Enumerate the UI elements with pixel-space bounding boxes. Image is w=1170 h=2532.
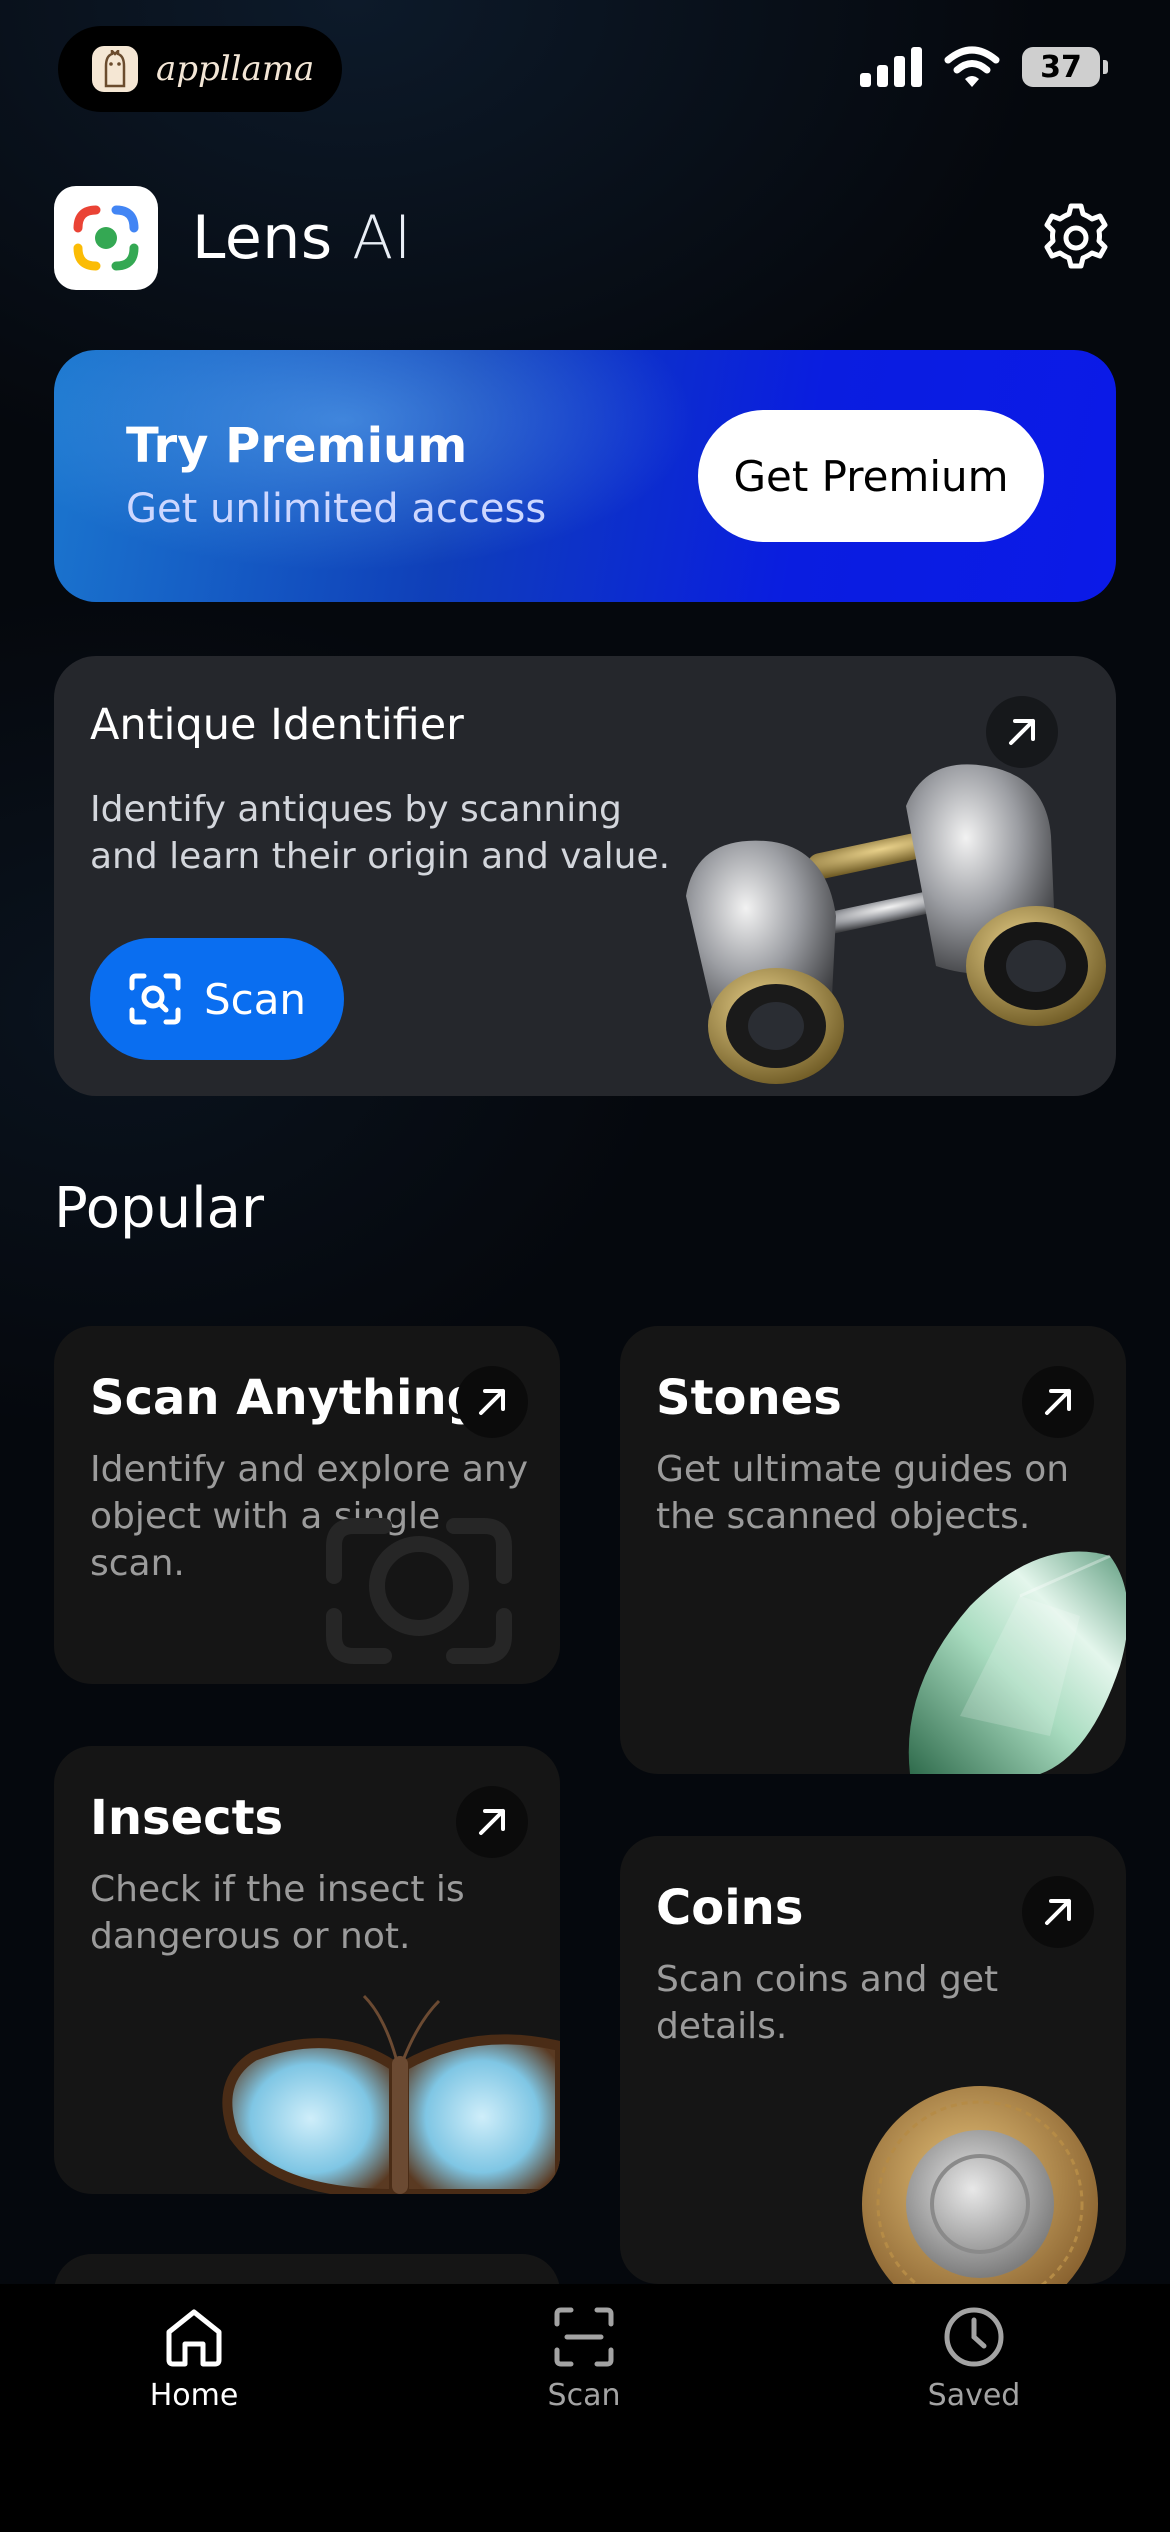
arrow-up-right-icon bbox=[1009, 719, 1035, 745]
scan-icon bbox=[554, 2307, 614, 2367]
arrow-up-right-icon bbox=[1045, 1899, 1071, 1925]
card-title: Insects bbox=[90, 1790, 284, 1846]
antique-binoculars-image bbox=[686, 764, 1106, 1084]
tab-home[interactable]: Home bbox=[74, 2304, 314, 2413]
app-header: Lens AI bbox=[54, 186, 1114, 290]
lens-logo-icon bbox=[54, 186, 158, 290]
insects-card[interactable]: Insects Check if the insect is dangerous… bbox=[54, 1746, 560, 2194]
card-arrow-button[interactable] bbox=[1022, 1876, 1094, 1948]
stones-card[interactable]: Stones Get ultimate guides on the scanne… bbox=[620, 1326, 1126, 1774]
app-title-main: Lens bbox=[192, 203, 333, 273]
card-description: Scan coins and get details. bbox=[656, 1959, 999, 2047]
card-arrow-button[interactable] bbox=[456, 1786, 528, 1858]
gear-icon[interactable] bbox=[1038, 200, 1114, 276]
card-description: Get ultimate guides on the scanned objec… bbox=[656, 1449, 1070, 1537]
arrow-up-right-icon bbox=[479, 1809, 505, 1835]
wifi-icon bbox=[944, 46, 1000, 87]
featured-title: Antique Identifier bbox=[90, 700, 464, 750]
antique-identifier-card[interactable]: Antique Identifier Identify antiques by … bbox=[54, 656, 1116, 1096]
app-title: Lens AI bbox=[192, 203, 412, 273]
signal-icon bbox=[860, 47, 922, 87]
tab-bar: Home Scan Saved bbox=[0, 2284, 1170, 2532]
tab-home-label: Home bbox=[149, 2378, 239, 2413]
tab-scan[interactable]: Scan bbox=[464, 2304, 704, 2413]
battery-level: 37 bbox=[1040, 49, 1082, 85]
get-premium-button[interactable]: Get Premium bbox=[698, 410, 1044, 542]
scan-search-icon bbox=[129, 973, 181, 1025]
card-arrow-button[interactable] bbox=[456, 1366, 528, 1438]
card-title: Stones bbox=[656, 1370, 842, 1426]
coins-card[interactable]: Coins Scan coins and get details. bbox=[620, 1836, 1126, 2284]
blue-butterfly-image bbox=[222, 1994, 560, 2194]
scan-button-label: Scan bbox=[203, 974, 307, 1024]
bimetal-coin-image bbox=[862, 2086, 1098, 2284]
scan-anything-card[interactable]: Scan Anything Identify and explore any o… bbox=[54, 1326, 560, 1684]
arrow-up-right-icon bbox=[1045, 1389, 1071, 1415]
app-pill-label: appllama bbox=[156, 49, 315, 89]
llama-logo-icon bbox=[92, 46, 138, 92]
clock-icon bbox=[944, 2307, 1004, 2367]
home-icon bbox=[166, 2309, 222, 2367]
premium-banner[interactable]: Try Premium Get unlimited access Get Pre… bbox=[54, 350, 1116, 602]
green-gemstone-image bbox=[908, 1551, 1126, 1774]
status-icons: 37 bbox=[860, 46, 1108, 88]
card-arrow-button[interactable] bbox=[1022, 1366, 1094, 1438]
app-title-suffix: AI bbox=[352, 203, 412, 273]
featured-description: Identify antiques by scanning and learn … bbox=[90, 789, 671, 877]
card-title: Coins bbox=[656, 1880, 804, 1936]
premium-title: Try Premium bbox=[126, 418, 468, 474]
battery-icon: 37 bbox=[1022, 47, 1108, 87]
status-bar: appllama 37 bbox=[0, 0, 1170, 140]
premium-subtitle: Get unlimited access bbox=[126, 486, 547, 532]
arrow-up-right-icon bbox=[479, 1389, 505, 1415]
scan-button[interactable]: Scan bbox=[90, 938, 344, 1060]
tab-scan-label: Scan bbox=[547, 2378, 621, 2413]
tab-saved[interactable]: Saved bbox=[854, 2304, 1094, 2413]
popular-heading: Popular bbox=[54, 1176, 264, 1241]
app-pill[interactable]: appllama bbox=[58, 26, 342, 112]
card-title: Scan Anything bbox=[90, 1370, 482, 1426]
card-description: Check if the insect is dangerous or not. bbox=[90, 1869, 465, 1957]
tab-saved-label: Saved bbox=[927, 2378, 1021, 2413]
scan-frame-watermark-icon bbox=[326, 1518, 512, 1664]
